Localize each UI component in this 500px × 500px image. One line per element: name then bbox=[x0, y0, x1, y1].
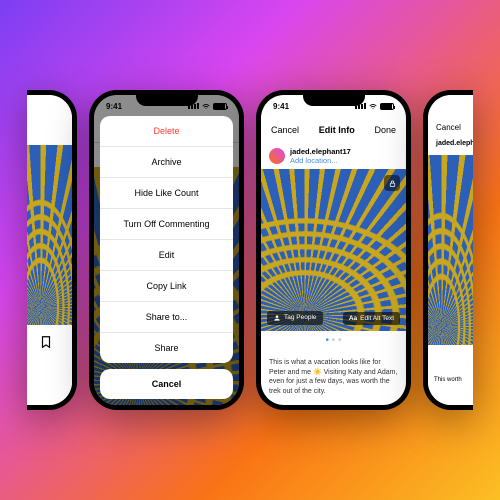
share-option[interactable]: Share bbox=[100, 333, 233, 363]
add-location-link[interactable]: Add location... bbox=[290, 156, 351, 165]
status-time: 9:41 bbox=[273, 102, 289, 111]
share-to-option[interactable]: Share to... bbox=[100, 302, 233, 333]
wifi-icon bbox=[368, 101, 378, 111]
archive-option[interactable]: Archive bbox=[100, 147, 233, 178]
tag-people-button[interactable]: Tag People bbox=[267, 311, 323, 325]
hide-likes-option[interactable]: Hide Like Count bbox=[100, 178, 233, 209]
screen-partial-left bbox=[27, 95, 72, 405]
cancel-button[interactable]: Cancel bbox=[100, 369, 233, 399]
delete-option[interactable]: Delete bbox=[100, 116, 233, 147]
action-sheet-overlay[interactable]: Delete Archive Hide Like Count Turn Off … bbox=[94, 95, 239, 405]
caption-textarea[interactable]: This is what a vacation looks like for P… bbox=[261, 350, 406, 405]
bookmark-icon[interactable] bbox=[39, 335, 53, 349]
battery-icon bbox=[380, 103, 394, 110]
edit-alt-text-button[interactable]: Aa Edit Alt Text bbox=[343, 312, 400, 325]
carousel-dots: • • • bbox=[261, 331, 406, 350]
phone-edit-info: 9:41 Cancel Edit Info Done jaded.elephan… bbox=[256, 90, 411, 410]
edit-header: Cancel Edit Info Done bbox=[261, 117, 406, 143]
action-sheet: Delete Archive Hide Like Count Turn Off … bbox=[100, 116, 233, 363]
username: jaded.elephant17 bbox=[290, 147, 351, 156]
edit-post-header: jaded.elephant17 Add location... bbox=[261, 143, 406, 169]
turn-off-comments-option[interactable]: Turn Off Commenting bbox=[100, 209, 233, 240]
caption-partial: This worth bbox=[434, 377, 462, 385]
phone-partial-right: Cancel jaded.elephant17 This worth bbox=[423, 90, 473, 410]
edit-image[interactable]: Tag People Aa Edit Alt Text bbox=[261, 169, 406, 331]
cancel-button-partial[interactable]: Cancel bbox=[428, 117, 473, 138]
phone-partial-left bbox=[27, 90, 77, 410]
page-title: Edit Info bbox=[319, 125, 355, 135]
avatar bbox=[269, 148, 285, 164]
done-button[interactable]: Done bbox=[374, 125, 396, 135]
screen-partial-right: Cancel jaded.elephant17 This worth bbox=[428, 95, 473, 405]
lock-icon[interactable] bbox=[384, 175, 400, 191]
cancel-button[interactable]: Cancel bbox=[271, 125, 299, 135]
edit-option[interactable]: Edit bbox=[100, 240, 233, 271]
phone-action-sheet: 9:41 Instagram jaded.elephant17 ⋯ 2/3 bbox=[89, 90, 244, 410]
username-partial: jaded.elephant17 bbox=[428, 138, 473, 149]
copy-link-option[interactable]: Copy Link bbox=[100, 271, 233, 302]
